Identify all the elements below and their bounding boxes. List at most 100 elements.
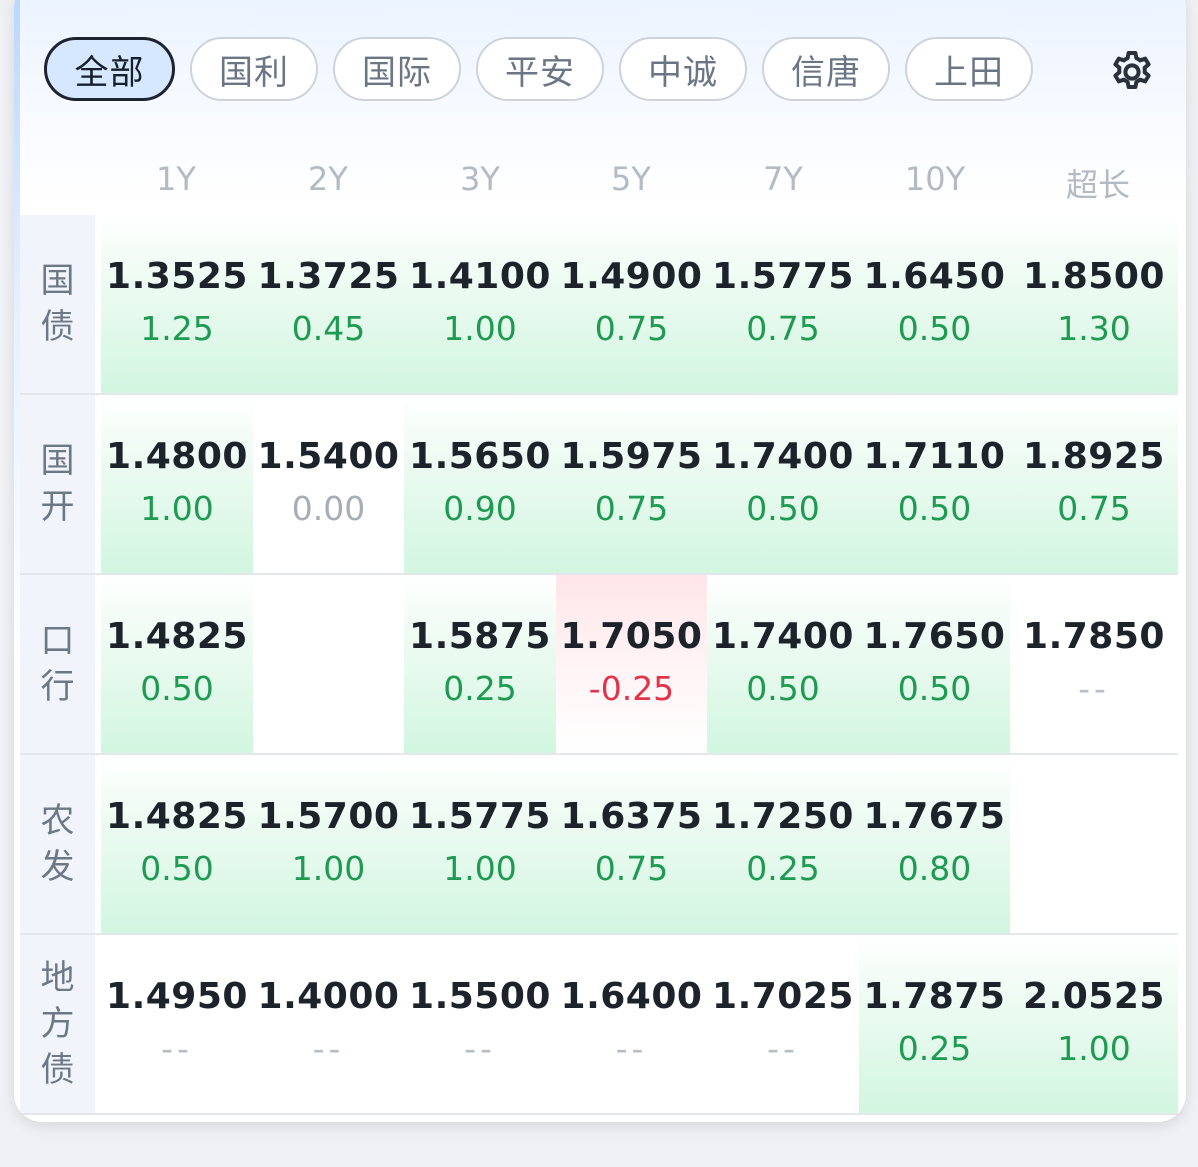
yield-cell[interactable]: 1.7025 -- (707, 935, 859, 1113)
tab-guoli[interactable]: 国利 (190, 37, 318, 101)
yield-value: 1.4000 (257, 976, 400, 1017)
yield-cell[interactable]: 1.7110 0.50 (859, 395, 1010, 573)
column-header: 1Y (156, 160, 196, 198)
yield-cell[interactable]: 1.3525 1.25 (101, 215, 253, 393)
change-value: -- (464, 1029, 496, 1068)
yield-cell[interactable]: 1.5775 0.75 (707, 215, 859, 393)
row-label-char: 国 (40, 441, 75, 481)
yield-value: 1.7110 (863, 436, 1006, 477)
change-value: 0.75 (594, 309, 669, 348)
yield-cell[interactable]: 1.7650 0.50 (859, 575, 1010, 753)
yield-cell[interactable]: 1.7250 0.25 (707, 755, 859, 933)
yield-cell[interactable]: 1.6400 -- (556, 935, 707, 1113)
yield-cell[interactable]: 1.7850 -- (1010, 575, 1178, 753)
yield-cell[interactable]: 1.7050 -0.25 (556, 575, 707, 753)
change-value: -0.25 (588, 669, 675, 708)
table-row[interactable]: 地方债 1.4950 -- 1.4000 -- 1.5500 -- 1.6400 -- 1.702… (20, 935, 1178, 1115)
yield-value: 1.4825 (106, 796, 248, 837)
yield-cell[interactable]: 1.4000 -- (253, 935, 404, 1113)
tab-guoji[interactable]: 国际 (333, 37, 461, 101)
change-value: 0.75 (594, 849, 669, 888)
yield-cell[interactable]: 1.5975 0.75 (556, 395, 707, 573)
yield-cell[interactable]: 2.0525 1.00 (1010, 935, 1178, 1113)
yield-value: 1.7400 (712, 616, 854, 657)
yield-value: 1.5775 (712, 256, 854, 297)
tab-all[interactable]: 全部 (44, 37, 175, 101)
row-label: 口行 (20, 575, 95, 753)
yield-value: 1.4900 (560, 256, 703, 297)
change-value: -- (312, 1029, 345, 1068)
gear-icon[interactable] (1108, 48, 1156, 96)
yield-cell[interactable]: 1.4900 0.75 (556, 215, 707, 393)
yield-value: 1.8500 (1023, 256, 1165, 297)
yield-value: 1.4825 (106, 616, 248, 657)
row-label: 国开 (20, 395, 95, 573)
yield-value: 1.7675 (863, 796, 1006, 837)
yield-cell[interactable]: 1.5700 1.00 (253, 755, 404, 933)
yield-value: 1.5500 (409, 976, 551, 1017)
yield-cell[interactable]: 1.7400 0.50 (707, 575, 859, 753)
column-header: 5Y (611, 160, 651, 198)
yield-cell (253, 575, 404, 753)
row-label-char: 发 (40, 847, 75, 887)
yield-value: 1.5650 (409, 436, 551, 477)
row-label-char: 国 (40, 261, 75, 301)
change-value: -- (161, 1029, 193, 1068)
row-label: 地方债 (20, 935, 95, 1113)
change-value: 0.00 (291, 489, 366, 528)
table-row[interactable]: 国开 1.4800 1.00 1.5400 0.00 1.5650 0.90 1.5975 0.… (20, 395, 1178, 575)
table-row[interactable]: 口行 1.4825 0.50 1.5875 0.25 1.7050 -0.25 1.7400 0… (20, 575, 1178, 755)
yield-value: 1.3525 (106, 256, 248, 297)
change-value: 0.50 (746, 669, 820, 708)
row-label-char: 地 (40, 958, 75, 998)
change-value: 0.90 (443, 489, 517, 528)
tab-pingan[interactable]: 平安 (476, 37, 604, 101)
yield-cell[interactable]: 1.6450 0.50 (859, 215, 1010, 393)
yield-value: 1.6400 (560, 976, 703, 1017)
yield-value: 1.5775 (409, 796, 551, 837)
yield-value: 1.5875 (409, 616, 551, 657)
yield-cell[interactable]: 1.5400 0.00 (253, 395, 404, 573)
yield-cell[interactable]: 1.4100 1.00 (404, 215, 556, 393)
row-label-char: 农 (40, 801, 75, 841)
yield-cell[interactable]: 1.4825 0.50 (101, 575, 253, 753)
yield-cell[interactable]: 1.8500 1.30 (1010, 215, 1178, 393)
yield-value: 1.7025 (712, 976, 854, 1017)
yield-cell[interactable]: 1.7675 0.80 (859, 755, 1010, 933)
yield-cell[interactable]: 1.6375 0.75 (556, 755, 707, 933)
change-value: 0.50 (746, 489, 820, 528)
tab-zhongcheng[interactable]: 中诚 (619, 37, 747, 101)
change-value: 1.00 (1057, 1029, 1131, 1068)
tab-shangtian[interactable]: 上田 (905, 37, 1033, 101)
yield-value: 1.7850 (1023, 616, 1165, 657)
row-label: 农发 (20, 755, 95, 933)
yield-cell[interactable]: 1.5875 0.25 (404, 575, 556, 753)
yield-cell[interactable]: 1.5650 0.90 (404, 395, 556, 573)
change-value: 0.50 (140, 849, 214, 888)
yield-value: 1.6375 (560, 796, 703, 837)
change-value: 0.75 (1057, 489, 1131, 528)
yield-value: 1.4100 (409, 256, 551, 297)
yield-cell[interactable]: 1.3725 0.45 (253, 215, 404, 393)
row-label: 国债 (20, 215, 95, 393)
change-value: 0.25 (746, 849, 820, 888)
row-label-char: 债 (40, 307, 75, 347)
column-header: 超长 (1065, 166, 1130, 204)
yield-cell[interactable]: 1.5500 -- (404, 935, 556, 1113)
yield-cell[interactable]: 1.5775 1.00 (404, 755, 556, 933)
tab-xintang[interactable]: 信唐 (762, 37, 890, 101)
change-value: 0.75 (594, 489, 669, 528)
yield-value: 1.7250 (712, 796, 854, 837)
yield-value: 1.7875 (863, 976, 1006, 1017)
change-value: -- (615, 1029, 648, 1068)
column-header: 10Y (904, 160, 966, 198)
yield-cell[interactable]: 1.4825 0.50 (101, 755, 253, 933)
yield-cell[interactable]: 1.4950 -- (101, 935, 253, 1113)
yield-cell[interactable]: 1.8925 0.75 (1010, 395, 1178, 573)
table-row[interactable]: 国债 1.3525 1.25 1.3725 0.45 1.4100 1.00 1.4900 0.… (20, 215, 1178, 395)
change-value: 0.25 (897, 1029, 972, 1068)
yield-cell[interactable]: 1.4800 1.00 (101, 395, 253, 573)
table-row[interactable]: 农发 1.4825 0.50 1.5700 1.00 1.5775 1.00 1.6375 0.… (20, 755, 1178, 935)
yield-cell[interactable]: 1.7875 0.25 (859, 935, 1010, 1113)
yield-cell[interactable]: 1.7400 0.50 (707, 395, 859, 573)
